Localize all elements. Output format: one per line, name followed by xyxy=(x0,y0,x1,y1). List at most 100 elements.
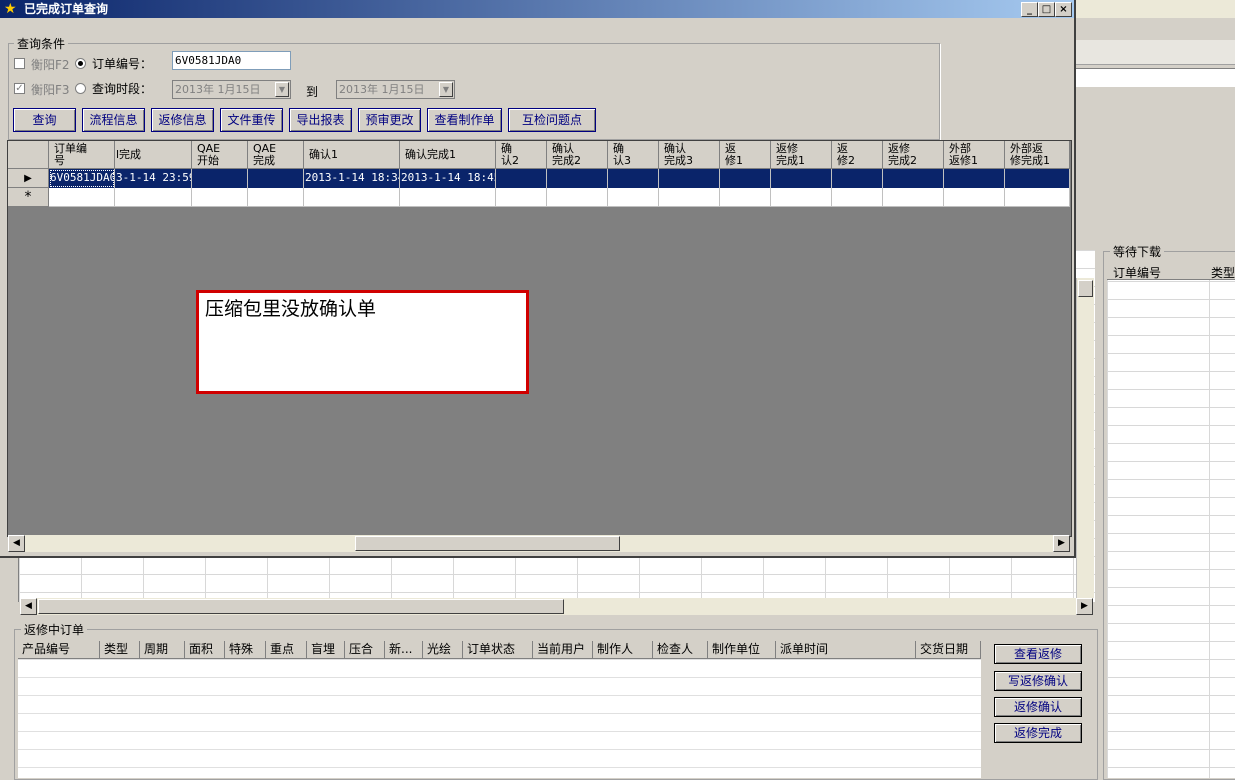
view-work-order-button[interactable]: 查看制作单 xyxy=(427,108,502,132)
column-header[interactable]: 特殊 xyxy=(225,641,266,658)
query-button[interactable]: 查询 xyxy=(13,108,76,132)
scroll-thumb[interactable] xyxy=(38,599,564,614)
table-cell[interactable] xyxy=(49,188,115,207)
table-cell[interactable] xyxy=(400,188,496,207)
column-header[interactable]: 确认 完成3 xyxy=(659,141,720,169)
pre-review-change-button[interactable]: 预审更改 xyxy=(358,108,421,132)
table-cell[interactable] xyxy=(115,188,192,207)
dropdown-arrow-icon[interactable]: ▼ xyxy=(439,82,453,97)
current-row-indicator-icon[interactable]: ▶ xyxy=(8,169,49,188)
column-header[interactable]: 盲埋 xyxy=(307,641,345,658)
table-cell[interactable] xyxy=(608,188,659,207)
table-cell[interactable] xyxy=(944,188,1005,207)
column-header[interactable]: 确认 完成2 xyxy=(547,141,608,169)
column-header[interactable]: 订单编 号 xyxy=(49,141,115,169)
table-cell[interactable] xyxy=(832,169,883,188)
table-cell[interactable] xyxy=(944,169,1005,188)
scroll-right-icon[interactable]: ▶ xyxy=(1076,598,1093,615)
minimize-icon[interactable]: _ xyxy=(1021,2,1038,17)
table-cell[interactable] xyxy=(496,188,547,207)
column-header[interactable]: 制作单位 xyxy=(708,641,776,658)
repair-complete-button[interactable]: 返修完成 xyxy=(994,723,1082,743)
column-header[interactable]: 周期 xyxy=(140,641,185,658)
dropdown-arrow-icon[interactable]: ▼ xyxy=(275,82,289,97)
table-cell[interactable] xyxy=(1005,188,1070,207)
column-header[interactable]: l完成 xyxy=(115,141,192,169)
table-cell[interactable] xyxy=(720,188,771,207)
new-row-indicator-icon[interactable]: * xyxy=(8,188,49,207)
hengyang-f3-checkbox[interactable]: ✓ xyxy=(14,83,25,94)
column-header[interactable]: 制作人 xyxy=(593,641,653,658)
maximize-icon[interactable]: □ xyxy=(1038,2,1055,17)
column-header[interactable]: 返修 完成1 xyxy=(771,141,832,169)
table-cell[interactable] xyxy=(720,169,771,188)
column-header[interactable]: 确 认3 xyxy=(608,141,659,169)
table-cell[interactable] xyxy=(496,169,547,188)
column-header[interactable]: 返 修2 xyxy=(832,141,883,169)
column-header[interactable]: 返 修1 xyxy=(720,141,771,169)
query-period-radio[interactable] xyxy=(75,83,86,94)
background-vertical-scrollbar[interactable] xyxy=(1076,278,1094,598)
view-repair-button[interactable]: 查看返修 xyxy=(994,644,1082,664)
export-report-button[interactable]: 导出报表 xyxy=(289,108,352,132)
table-cell[interactable] xyxy=(192,188,248,207)
column-header[interactable]: 派单时间 xyxy=(776,641,916,658)
table-cell[interactable] xyxy=(659,169,720,188)
table-cell[interactable] xyxy=(547,169,608,188)
column-header[interactable]: QAE 开始 xyxy=(192,141,248,169)
table-row[interactable]: 6V0581JDA0 3-1-14 23:59 2013-1-14 18:34 … xyxy=(49,169,1070,188)
column-header[interactable]: 确认完成1 xyxy=(400,141,496,169)
column-header[interactable]: 订单编号 xyxy=(1113,264,1161,281)
column-header[interactable]: 新... xyxy=(385,641,423,658)
table-cell[interactable] xyxy=(883,169,944,188)
table-cell[interactable] xyxy=(304,188,400,207)
column-header[interactable]: 返修 完成2 xyxy=(883,141,944,169)
table-cell[interactable] xyxy=(883,188,944,207)
table-cell[interactable] xyxy=(248,188,304,207)
title-bar[interactable]: ★ 已完成订单查询 _ □ × xyxy=(0,0,1074,18)
order-number-input[interactable]: 6V0581JDA0 xyxy=(172,51,291,70)
scroll-right-icon[interactable]: ▶ xyxy=(1053,535,1070,552)
waiting-download-grid[interactable] xyxy=(1107,263,1235,778)
table-cell[interactable] xyxy=(771,188,832,207)
process-info-button[interactable]: 流程信息 xyxy=(82,108,145,132)
repair-orders-grid[interactable] xyxy=(18,641,981,778)
table-cell[interactable] xyxy=(771,169,832,188)
table-cell[interactable] xyxy=(547,188,608,207)
scroll-left-icon[interactable]: ◀ xyxy=(8,535,25,552)
column-header[interactable]: 类型 xyxy=(1211,264,1235,281)
file-reupload-button[interactable]: 文件重传 xyxy=(220,108,283,132)
column-header[interactable]: QAE 完成 xyxy=(248,141,304,169)
new-table-row[interactable] xyxy=(49,188,1070,207)
table-cell[interactable] xyxy=(659,188,720,207)
cross-check-issues-button[interactable]: 互检问题点 xyxy=(508,108,596,132)
table-cell[interactable] xyxy=(248,169,304,188)
column-header[interactable]: 外部返 修完成1 xyxy=(1005,141,1070,169)
table-cell[interactable]: 2013-1-14 18:34 xyxy=(304,169,400,188)
column-header[interactable]: 确认1 xyxy=(304,141,400,169)
column-header[interactable]: 交货日期 xyxy=(916,641,981,658)
column-header[interactable]: 类型 xyxy=(100,641,140,658)
close-icon[interactable]: × xyxy=(1055,2,1072,17)
write-repair-confirm-button[interactable]: 写返修确认 xyxy=(994,671,1082,691)
background-horizontal-scrollbar[interactable]: ◀ ▶ xyxy=(20,598,1093,615)
grid-horizontal-scrollbar[interactable]: ◀ ▶ xyxy=(8,535,1070,552)
table-cell[interactable]: 3-1-14 23:59 xyxy=(115,169,192,188)
date-to-picker[interactable]: 2013年 1月15日 ▼ xyxy=(336,80,455,99)
scroll-thumb[interactable] xyxy=(355,536,620,551)
column-header[interactable]: 当前用户 xyxy=(533,641,593,658)
column-header[interactable]: 检查人 xyxy=(653,641,708,658)
column-header[interactable]: 订单状态 xyxy=(463,641,533,658)
table-cell[interactable] xyxy=(608,169,659,188)
table-cell[interactable] xyxy=(1005,169,1070,188)
repair-info-button[interactable]: 返修信息 xyxy=(151,108,214,132)
table-cell[interactable]: 2013-1-14 18:45 xyxy=(400,169,496,188)
scroll-left-icon[interactable]: ◀ xyxy=(20,598,37,615)
table-cell[interactable] xyxy=(832,188,883,207)
column-header[interactable]: 面积 xyxy=(185,641,225,658)
column-header[interactable]: 重点 xyxy=(266,641,307,658)
column-header[interactable]: 外部 返修1 xyxy=(944,141,1005,169)
table-cell[interactable]: 6V0581JDA0 xyxy=(49,169,115,188)
column-header[interactable]: 确 认2 xyxy=(496,141,547,169)
repair-confirm-button[interactable]: 返修确认 xyxy=(994,697,1082,717)
